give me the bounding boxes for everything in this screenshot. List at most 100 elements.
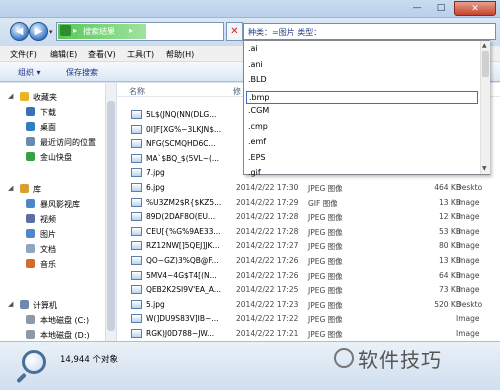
expand-arrow-icon[interactable]: ◢: [8, 184, 13, 192]
maximize-button[interactable]: □: [430, 1, 452, 16]
sidebar-item-icon: [26, 137, 35, 146]
sidebar-item[interactable]: 本地磁盘 (C:): [0, 314, 104, 326]
menu-edit[interactable]: 编辑(E): [50, 49, 77, 60]
back-button[interactable]: ◀: [10, 22, 29, 41]
navigation-pane-scrollbar[interactable]: [105, 83, 116, 341]
sidebar-item-label: 音乐: [40, 260, 56, 269]
file-path: Image: [456, 212, 480, 222]
menu-tools[interactable]: 工具(T): [127, 49, 154, 60]
sidebar-item[interactable]: 视频: [0, 213, 104, 225]
file-row[interactable]: RZ12NW[]5QEJ]JK... 2014/2/22 17:27 JPEG 图像…: [117, 240, 500, 251]
breadcrumb-search-results[interactable]: 搜索结果: [83, 26, 115, 37]
file-type: JPEG 图像: [308, 315, 343, 325]
file-row[interactable]: RGK)J0D788~JW... 2014/2/22 17:21 JPEG 图像 Im…: [117, 328, 500, 339]
menu-help[interactable]: 帮助(H): [166, 49, 194, 60]
image-file-icon: [131, 110, 142, 119]
dropdown-scrollbar[interactable]: ▲ ▼: [480, 41, 490, 174]
file-row[interactable]: QO~GZ)3%QB@F... 2014/2/22 17:26 JPEG 图像 13 …: [117, 255, 500, 266]
sidebar-item[interactable]: 下载: [0, 106, 104, 118]
save-search-button[interactable]: 保存搜索: [66, 67, 98, 78]
menu-file[interactable]: 文件(F): [10, 49, 37, 60]
recent-pages-chevron-icon[interactable]: ▾: [49, 28, 53, 36]
window-title-bar: — □ ✕: [0, 0, 500, 18]
file-date: 2014/2/22 17:25: [236, 285, 299, 295]
expand-arrow-icon[interactable]: ◢: [8, 92, 13, 100]
dropdown-option[interactable]: .bmp: [246, 90, 478, 104]
file-type-dropdown: ▲ ▼ .ai .ani .BLD .bmp .CGM .cmp .emf .EPS .gif: [243, 40, 490, 177]
organize-button[interactable]: 组织 ▾: [18, 67, 41, 78]
sidebar-item-icon: [26, 330, 35, 339]
sidebar-item[interactable]: 暴风影视库: [0, 198, 104, 210]
sidebar-item[interactable]: 音乐: [0, 258, 104, 270]
dropdown-option[interactable]: .emf: [248, 137, 266, 146]
sidebar-item-label: 下载: [40, 108, 56, 117]
file-path: Image: [456, 270, 480, 280]
group-icon: [20, 92, 29, 101]
file-path: Image: [456, 197, 480, 207]
search-input[interactable]: 种类：=图片 类型：: [243, 23, 496, 40]
file-row[interactable]: QEB2K2SI9V'EA_A... 2014/2/22 17:25 JPEG 图像…: [117, 284, 500, 295]
scroll-down-icon[interactable]: ▼: [482, 165, 487, 172]
file-name: 5MV4~4G$T4[(N...: [146, 270, 217, 280]
sidebar-item[interactable]: 文档: [0, 243, 104, 255]
sidebar-group-1[interactable]: ◢ 库: [0, 183, 104, 195]
image-file-icon: [131, 256, 142, 265]
sidebar-group-0[interactable]: ◢ 收藏夹: [0, 91, 104, 103]
sidebar-item[interactable]: 本地磁盘 (D:): [0, 329, 104, 341]
file-size: 464 KB: [434, 183, 461, 192]
file-name: W(]DU9S83V]IB~...: [146, 314, 219, 324]
scrollbar-thumb[interactable]: [482, 51, 489, 77]
file-row[interactable]: 89D(2DAF8O(EU... 2014/2/22 17:28 JPEG 图像 12…: [117, 211, 500, 222]
sidebar-item[interactable]: 金山快盘: [0, 151, 104, 163]
minimize-button[interactable]: —: [406, 1, 428, 16]
file-type: JPEG 图像: [308, 257, 343, 266]
close-window-button[interactable]: ✕: [454, 1, 496, 16]
image-file-icon: [131, 270, 142, 280]
column-header-name[interactable]: 名称: [129, 86, 145, 97]
forward-button[interactable]: ▶: [29, 22, 48, 41]
dropdown-option[interactable]: .cmp: [248, 122, 268, 131]
file-path: Image: [456, 329, 480, 338]
file-row[interactable]: W(]DU9S83V]IB~... 2014/2/22 17:22 JPEG 图像 I…: [117, 313, 500, 324]
file-row[interactable]: CEU[{%G%9AE33... 2014/2/22 17:28 JPEG 图像 53…: [117, 226, 500, 237]
scroll-up-icon[interactable]: ▲: [482, 42, 487, 49]
address-bar[interactable]: ▸ 搜索结果 ▸ ▾: [56, 22, 273, 41]
dropdown-option[interactable]: .ani: [248, 60, 263, 69]
scrollbar-thumb[interactable]: [107, 101, 115, 331]
sidebar-group-label: 库: [33, 185, 41, 194]
watermark-logo-icon: [334, 348, 354, 368]
dropdown-option[interactable]: .EPS: [248, 153, 266, 162]
sidebar-item[interactable]: 桌面: [0, 121, 104, 133]
menu-view[interactable]: 查看(V): [88, 49, 116, 60]
file-row[interactable]: %U3ZM2$R{$KZ5... 2014/2/22 17:29 GIF 图像 13 …: [117, 197, 500, 208]
file-name: 5.jpg: [146, 299, 165, 309]
file-date: 2014/2/22 17:30: [236, 183, 299, 192]
dropdown-option[interactable]: .CGM: [248, 106, 269, 115]
sidebar-item-icon: [26, 259, 35, 268]
file-name: %U3ZM2$R{$KZ5...: [146, 197, 222, 207]
file-path: Image: [456, 314, 480, 324]
breadcrumb-chevron-icon[interactable]: ▸: [129, 26, 133, 35]
sidebar-item-icon: [26, 244, 35, 253]
dropdown-option[interactable]: .ai: [248, 44, 258, 53]
file-row[interactable]: 5MV4~4G$T4[(N... 2014/2/22 17:26 JPEG 图像 64…: [117, 270, 500, 281]
item-count: 14,944 个对象: [60, 355, 118, 365]
dropdown-option[interactable]: .BLD: [248, 75, 267, 84]
file-name: 7.jpg: [146, 168, 165, 178]
sidebar-group-2[interactable]: ◢ 计算机: [0, 299, 104, 311]
file-date: 2014/2/22 17:22: [236, 314, 299, 324]
file-name: 6.jpg: [146, 183, 165, 192]
sidebar-item[interactable]: 最近访问的位置: [0, 136, 104, 148]
search-folder-icon: [60, 25, 71, 36]
breadcrumb-chevron-icon[interactable]: ▸: [73, 26, 77, 35]
file-date: 2014/2/22 17:29: [236, 197, 299, 207]
column-header-date[interactable]: 修: [233, 86, 241, 97]
stop-search-button[interactable]: ✕: [226, 22, 243, 41]
expand-arrow-icon[interactable]: ◢: [8, 300, 13, 308]
file-row[interactable]: 5.jpg 2014/2/22 17:23 JPEG 图像 520 KB Deskto: [117, 299, 500, 310]
dropdown-option[interactable]: .gif: [248, 168, 261, 177]
search-query-text: 种类：=图片 类型：: [248, 28, 322, 37]
file-size: 520 KB: [434, 299, 461, 309]
sidebar-item[interactable]: 图片: [0, 228, 104, 240]
file-row[interactable]: 6.jpg 2014/2/22 17:30 JPEG 图像 464 KB Deskto: [117, 182, 500, 193]
